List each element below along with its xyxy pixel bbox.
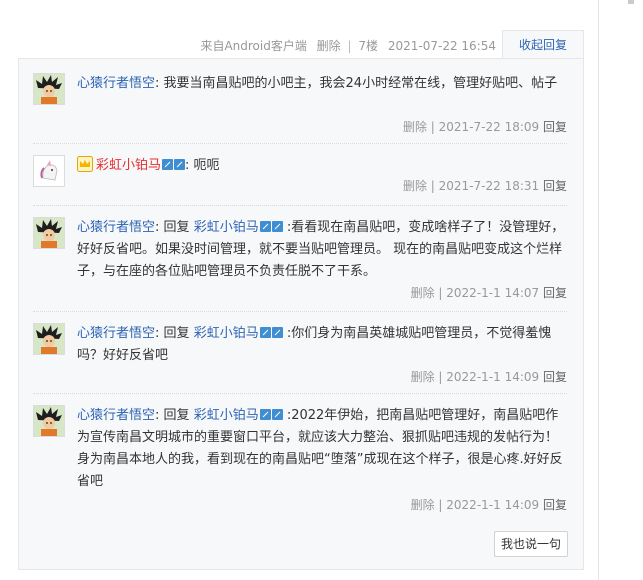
reply-time: 2022-1-1 14:09	[446, 498, 540, 512]
floor-number: 7楼	[358, 39, 379, 53]
colon: :	[155, 76, 164, 91]
mention-link[interactable]: 彩虹小铂马	[194, 326, 259, 341]
goku-avatar-icon	[34, 74, 64, 104]
delete-post-link[interactable]: 删除	[317, 39, 341, 53]
right-column-marker	[628, 0, 634, 4]
divider	[33, 311, 567, 312]
collapse-replies-button[interactable]: 收起回复	[502, 30, 584, 58]
reply-content: 心猿行者悟空: 回复 彩虹小铂马 :你们身为南昌英雄城贴吧管理员，不觉得羞愧吗？…	[77, 323, 567, 367]
member-tag-icon	[271, 327, 283, 338]
username-link[interactable]: 彩虹小铂马	[96, 158, 161, 173]
member-tag-icon	[259, 221, 271, 232]
colon: :	[155, 408, 164, 423]
reply-meta: 删除 | 2021-7-22 18:09 回复	[402, 120, 567, 134]
reply-content: 心猿行者悟空: 回复 彩虹小铂马 :看看现在南昌贴吧，变成啥样子了！没管理好，好…	[77, 217, 567, 283]
reply-item: 心猿行者悟空: 我要当南昌贴吧的小吧主，我会24小时经常在线，管理好贴吧、帖子 …	[33, 73, 567, 135]
post-tail: 来自Android客户端 删除 | 7楼 2021-07-22 16:54 收起…	[18, 30, 584, 58]
delete-link[interactable]: 删除	[411, 286, 435, 300]
goku-avatar-icon	[34, 406, 64, 436]
reply-content: 心猿行者悟空: 我要当南昌贴吧的小吧主，我会24小时经常在线，管理好贴吧、帖子	[77, 73, 567, 95]
reply-meta: 删除 | 2022-1-1 14:09 回复	[410, 370, 567, 384]
goku-avatar-icon	[34, 324, 64, 354]
reply-meta: 删除 | 2022-1-1 14:07 回复	[410, 286, 567, 300]
avatar[interactable]	[33, 323, 65, 355]
separator: |	[347, 39, 352, 53]
right-column-border	[598, 0, 599, 580]
reply-link[interactable]: 回复	[543, 179, 567, 193]
reply-meta: 删除 | 2021-7-22 18:31 回复	[402, 179, 567, 193]
reply-content: 心猿行者悟空: 回复 彩虹小铂马 :2022年伊始，把南昌贴吧管理好，南昌贴吧作…	[77, 405, 567, 493]
member-tag-icon	[271, 409, 283, 420]
reply-time: 2021-7-22 18:09	[438, 120, 540, 134]
reply-panel: 心猿行者悟空: 我要当南昌贴吧的小吧主，我会24小时经常在线，管理好贴吧、帖子 …	[18, 58, 584, 570]
reply-link[interactable]: 回复	[543, 498, 567, 512]
reply-time: 2022-1-1 14:09	[446, 370, 540, 384]
crown-badge-icon	[77, 156, 93, 172]
avatar[interactable]	[33, 217, 65, 249]
post-time: 2021-07-22 16:54	[387, 39, 496, 53]
reply-link[interactable]: 回复	[543, 120, 567, 134]
avatar[interactable]	[33, 155, 65, 187]
goku-avatar-icon	[34, 218, 64, 248]
mention-link[interactable]: 彩虹小铂马	[194, 408, 259, 423]
mention-link[interactable]: 彩虹小铂马	[194, 220, 259, 235]
delete-link[interactable]: 删除	[411, 498, 435, 512]
username-link[interactable]: 心猿行者悟空	[77, 408, 155, 423]
username-link[interactable]: 心猿行者悟空	[77, 220, 155, 235]
reply-link[interactable]: 回复	[543, 286, 567, 300]
colon: :	[155, 220, 164, 235]
delete-link[interactable]: 删除	[411, 370, 435, 384]
reply-text: 我要当南昌贴吧的小吧主，我会24小时经常在线，管理好贴吧、帖子	[163, 76, 558, 91]
reply-text: 呃呃	[193, 158, 220, 173]
member-tag-icon	[174, 159, 186, 170]
client-source-link[interactable]: 来自Android客户端	[200, 39, 306, 53]
reply-time: 2022-1-1 14:07	[446, 286, 540, 300]
reply-meta: 删除 | 2022-1-1 14:09 回复	[410, 498, 567, 512]
colon: :	[185, 158, 194, 173]
divider	[33, 205, 567, 206]
reply-content: 彩虹小铂马: 呃呃	[77, 155, 567, 177]
reply-time: 2021-7-22 18:31	[438, 179, 540, 193]
reply-word: 回复	[163, 408, 190, 423]
member-tag-icon	[259, 409, 271, 420]
colon: :	[155, 326, 164, 341]
member-tag-icon	[259, 327, 271, 338]
username-link[interactable]: 心猿行者悟空	[77, 326, 155, 341]
divider	[33, 143, 567, 144]
say-something-button[interactable]: 我也说一句	[494, 531, 568, 557]
reply-word: 回复	[163, 326, 190, 341]
reply-item: 心猿行者悟空: 回复 彩虹小铂马 :2022年伊始，把南昌贴吧管理好，南昌贴吧作…	[33, 405, 567, 515]
username-link[interactable]: 心猿行者悟空	[77, 76, 155, 91]
delete-link[interactable]: 删除	[403, 179, 427, 193]
member-tag-icon	[162, 159, 174, 170]
reply-item: 彩虹小铂马: 呃呃 删除 | 2021-7-22 18:31 回复	[33, 155, 567, 197]
reply-item: 心猿行者悟空: 回复 彩虹小铂马 :你们身为南昌英雄城贴吧管理员，不觉得羞愧吗？…	[33, 323, 567, 385]
avatar[interactable]	[33, 405, 65, 437]
pony-avatar-icon	[34, 156, 64, 186]
member-tag-icon	[271, 221, 283, 232]
reply-item: 心猿行者悟空: 回复 彩虹小铂马 :看看现在南昌贴吧，变成啥样子了！没管理好，好…	[33, 217, 567, 303]
post-tail-info: 来自Android客户端 删除 | 7楼 2021-07-22 16:54	[200, 37, 496, 54]
reply-word: 回复	[163, 220, 190, 235]
reply-link[interactable]: 回复	[543, 370, 567, 384]
divider	[33, 393, 567, 394]
avatar[interactable]	[33, 73, 65, 105]
delete-link[interactable]: 删除	[403, 120, 427, 134]
